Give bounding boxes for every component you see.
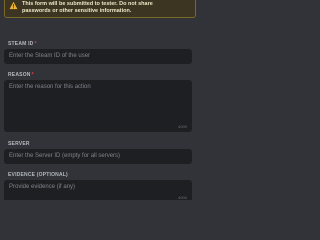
steam-id-input[interactable]: Enter the Steam ID of the user <box>4 49 192 64</box>
warning-banner: This form will be submitted to tester. D… <box>4 0 196 18</box>
steam-id-label-text: STEAM ID <box>8 41 34 47</box>
evidence-label-text: EVIDENCE (OPTIONAL) <box>8 172 68 178</box>
warning-line-2: passwords or other sensitive information… <box>22 8 132 14</box>
reason-placeholder: Enter the reason for this action <box>9 84 91 90</box>
evidence-label: EVIDENCE (OPTIONAL) <box>8 172 68 178</box>
steam-id-placeholder: Enter the Steam ID of the user <box>9 53 91 59</box>
evidence-placeholder: Provide evidence (if any) <box>9 184 76 190</box>
reason-char-counter: 4000 <box>178 124 187 129</box>
server-label: SERVER <box>8 141 30 147</box>
server-label-text: SERVER <box>8 141 30 147</box>
evidence-char-counter: 4000 <box>178 195 187 200</box>
server-input[interactable]: Enter the Server ID (empty for all serve… <box>4 149 192 164</box>
warning-line-1: This form will be submitted to tester. D… <box>22 1 153 7</box>
required-marker: * <box>31 72 34 78</box>
evidence-textarea[interactable]: Provide evidence (if any) 4000 <box>4 180 192 200</box>
warning-text: This form will be submitted to tester. D… <box>22 1 153 15</box>
modal-form: This form will be submitted to tester. D… <box>0 0 200 200</box>
steam-id-label: STEAM ID* <box>8 41 37 47</box>
reason-label: REASON* <box>8 72 34 78</box>
reason-label-text: REASON <box>8 72 31 78</box>
server-placeholder: Enter the Server ID (empty for all serve… <box>9 153 121 159</box>
reason-textarea[interactable]: Enter the reason for this action 4000 <box>4 80 192 132</box>
warning-icon <box>9 1 18 10</box>
required-marker: * <box>34 41 37 47</box>
